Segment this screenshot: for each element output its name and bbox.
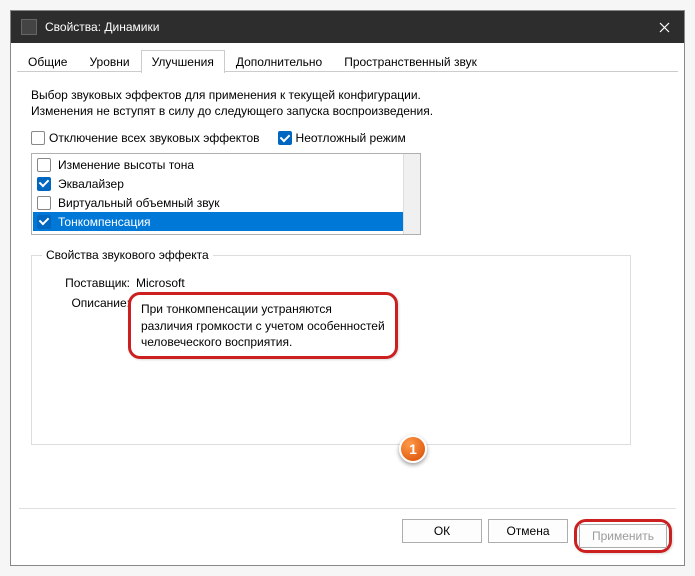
checkbox-icon xyxy=(37,215,51,229)
provider-label: Поставщик: xyxy=(46,276,136,290)
list-item-vsurround[interactable]: Виртуальный объемный звук xyxy=(33,193,419,212)
tab-levels[interactable]: Уровни xyxy=(78,50,140,73)
tab-strip: Общие Уровни Улучшения Дополнительно Про… xyxy=(11,43,684,73)
top-options-row: Отключение всех звуковых эффектов Неотло… xyxy=(31,131,664,145)
callout-1: 1 xyxy=(399,435,427,463)
checkbox-icon xyxy=(37,177,51,191)
titlebar: Свойства: Динамики xyxy=(11,11,684,43)
description-label: Описание: xyxy=(46,296,136,359)
checkbox-icon xyxy=(37,196,51,210)
description-highlight: При тонкомпенсации устраняются различия … xyxy=(128,292,398,359)
apply-highlight: Применить xyxy=(574,519,672,553)
tab-label: Уровни xyxy=(89,55,129,69)
disable-all-checkbox[interactable]: Отключение всех звуковых эффектов xyxy=(31,131,260,145)
checkbox-label: Отключение всех звуковых эффектов xyxy=(49,131,260,145)
tab-spatial[interactable]: Пространственный звук xyxy=(333,50,488,73)
description-value: При тонкомпенсации устраняются различия … xyxy=(141,302,385,348)
tab-underline xyxy=(17,71,678,72)
listbox-scrollbar[interactable] xyxy=(403,154,420,234)
intro-text: Выбор звуковых эффектов для применения к… xyxy=(31,87,451,119)
list-item-label: Изменение высоты тона xyxy=(56,158,196,172)
tab-label: Дополнительно xyxy=(236,55,322,69)
close-button[interactable] xyxy=(644,11,684,43)
apply-button[interactable]: Применить xyxy=(579,524,667,548)
speaker-icon xyxy=(21,19,37,35)
immediate-mode-checkbox[interactable]: Неотложный режим xyxy=(278,131,406,145)
list-item-pitch[interactable]: Изменение высоты тона xyxy=(33,155,419,174)
checkbox-icon xyxy=(31,131,45,145)
effect-properties-group: Свойства звукового эффекта Поставщик: Mi… xyxy=(31,255,631,445)
provider-row: Поставщик: Microsoft xyxy=(46,276,616,290)
tab-label: Улучшения xyxy=(152,55,214,69)
checkbox-icon xyxy=(37,158,51,172)
tab-general[interactable]: Общие xyxy=(17,50,78,73)
tab-content: Выбор звуковых эффектов для применения к… xyxy=(11,73,684,508)
tab-advanced[interactable]: Дополнительно xyxy=(225,50,333,73)
checkbox-icon xyxy=(278,131,292,145)
effects-listbox[interactable]: Изменение высоты тона Эквалайзер Виртуал… xyxy=(31,153,421,235)
list-item-loudness[interactable]: Тонкомпенсация xyxy=(33,212,419,231)
list-item-label: Виртуальный объемный звук xyxy=(56,196,222,210)
properties-dialog: Свойства: Динамики Общие Уровни Улучшени… xyxy=(10,10,685,566)
window-title: Свойства: Динамики xyxy=(45,20,644,34)
provider-value: Microsoft xyxy=(136,276,616,290)
checkbox-label: Неотложный режим xyxy=(296,131,406,145)
tab-label: Пространственный звук xyxy=(344,55,477,69)
list-item-eq[interactable]: Эквалайзер xyxy=(33,174,419,193)
dialog-footer: ОК Отмена Применить xyxy=(11,509,684,565)
ok-button[interactable]: ОК xyxy=(402,519,482,543)
list-item-label: Эквалайзер xyxy=(56,177,126,191)
close-icon xyxy=(659,22,670,33)
tab-label: Общие xyxy=(28,55,67,69)
list-item-label: Тонкомпенсация xyxy=(56,215,153,229)
cancel-button[interactable]: Отмена xyxy=(488,519,568,543)
description-row: Описание: При тонкомпенсации устраняются… xyxy=(46,296,616,359)
group-legend: Свойства звукового эффекта xyxy=(42,248,213,262)
tab-enhancements[interactable]: Улучшения xyxy=(141,50,225,73)
